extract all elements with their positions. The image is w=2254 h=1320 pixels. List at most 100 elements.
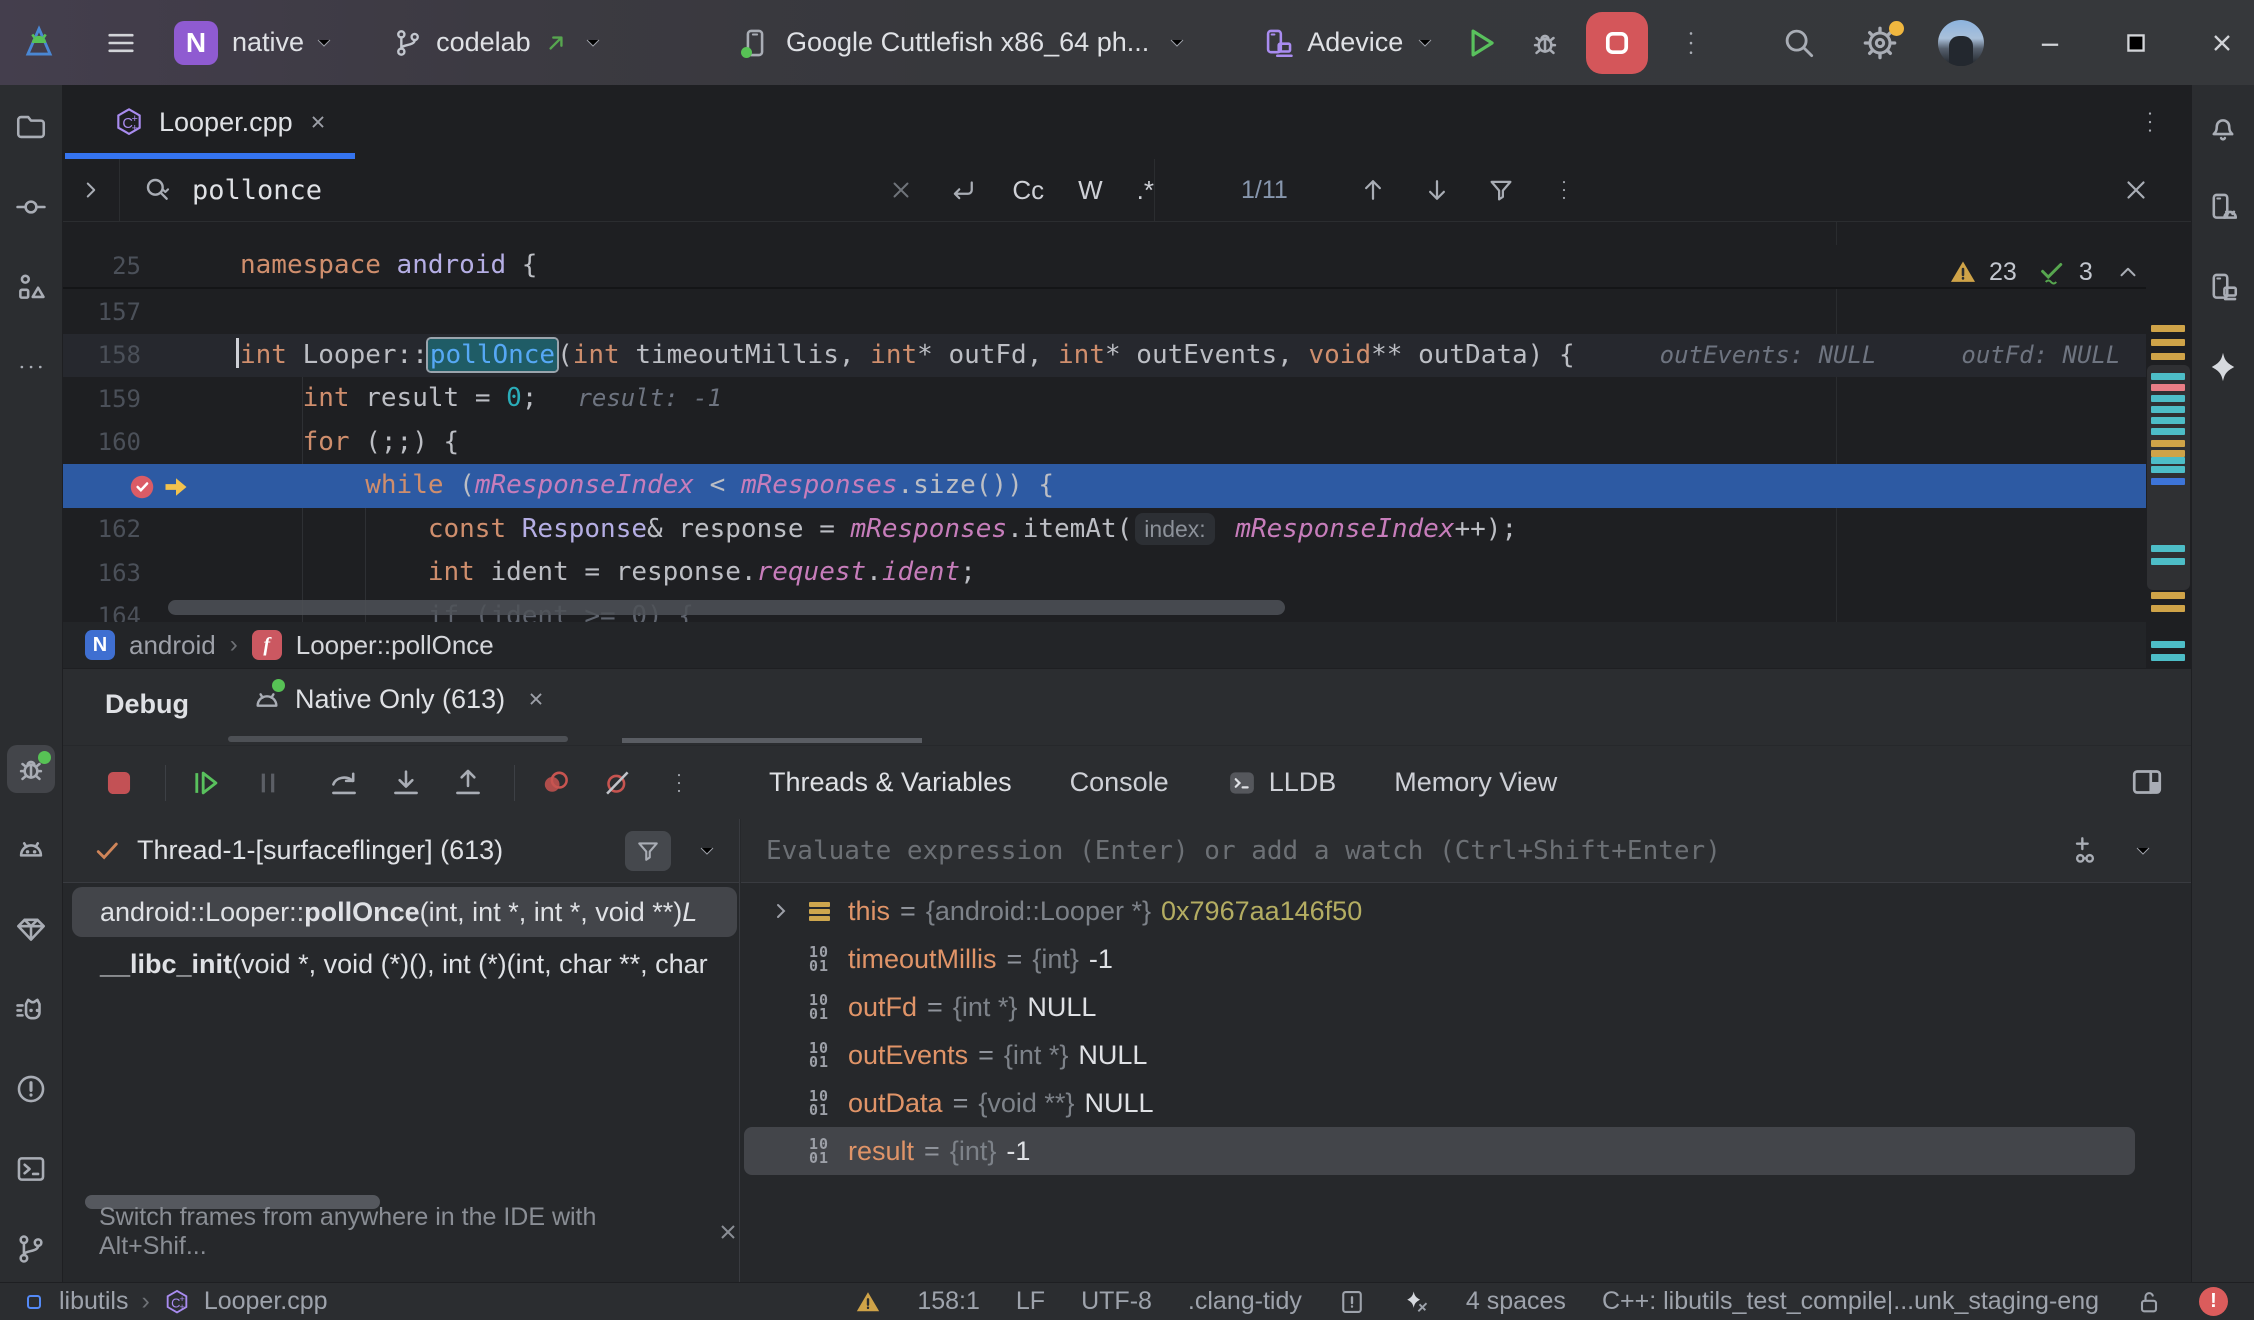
stripe-mark[interactable] [2151,353,2185,360]
stripe-mark[interactable] [2151,545,2185,552]
close-window-button[interactable] [2208,29,2236,57]
more-tools-button[interactable] [7,343,55,391]
variable-row-outFd[interactable]: 1001outFd={int *}NULL [744,983,2135,1031]
step-over-button[interactable] [324,763,364,803]
breadcrumb-namespace[interactable]: android [129,630,216,661]
close-search-icon[interactable] [2121,175,2151,205]
stripe-mark[interactable] [2151,373,2185,380]
dismiss-tip-icon[interactable] [716,1220,740,1244]
stripe-mark[interactable] [2151,605,2185,612]
stop-button[interactable] [1586,12,1648,74]
search-magnifier-icon[interactable] [142,174,174,206]
reader-mode-icon[interactable] [1338,1288,1366,1316]
inspections-widget[interactable]: 23 3 [1949,250,2179,294]
regex-toggle[interactable]: .* [1137,175,1154,206]
chevron-down-icon[interactable] [581,31,605,55]
run-config-selector[interactable]: native [232,27,304,58]
step-out-button[interactable] [448,763,488,803]
terminal-tool-button[interactable] [7,1145,55,1193]
file-encoding[interactable]: UTF-8 [1081,1287,1152,1316]
main-menu-button[interactable] [104,26,138,60]
profiler-tool-button[interactable] [7,985,55,1033]
variable-row-this[interactable]: this={android::Looper *}0x7967aa146f50 [744,887,2135,935]
debug-tool-button[interactable] [7,745,55,793]
avatar[interactable] [1938,20,1984,66]
gemini-tool-button[interactable] [2199,343,2247,391]
evaluate-expression-bar[interactable]: Evaluate expression (Enter) or add a wat… [741,819,2191,883]
error-notification-dot[interactable]: ! [2199,1287,2228,1316]
indent-setting[interactable]: 4 spaces [1466,1287,1566,1316]
tabbar-scrollbar[interactable] [228,736,568,742]
line-number[interactable]: 162 [63,515,141,543]
stripe-mark[interactable] [2151,450,2185,457]
stripe-mark[interactable] [2151,654,2185,661]
stripe-mark[interactable] [2151,457,2185,464]
stripe-mark[interactable] [2151,641,2185,648]
structure-tool-button[interactable] [7,263,55,311]
expand-search-icon[interactable] [63,177,119,203]
stop-process-button[interactable] [99,763,139,803]
unlocked-icon[interactable] [2135,1288,2163,1316]
expand-icon[interactable] [769,899,795,923]
more-actions-button[interactable] [1674,26,1708,60]
breakpoint-icon[interactable] [127,472,157,502]
status-file[interactable]: Looper.cpp [204,1287,328,1316]
code-editor[interactable]: 157158int Looper::pollOnce(int timeoutMi… [63,222,2191,622]
pause-button[interactable] [248,763,288,803]
prev-problem-icon[interactable] [2115,259,2141,285]
code-line-163[interactable]: 163 int ident = response.request.ident; [63,551,2146,595]
logcat-tool-button[interactable] [7,825,55,873]
search-options-button[interactable] [1550,176,1578,204]
stripe-mark[interactable] [2151,466,2185,473]
search-input[interactable] [192,175,812,206]
resume-button[interactable] [186,763,226,803]
settings-button[interactable] [1860,23,1900,63]
debug-more-button[interactable] [659,763,699,803]
error-stripe[interactable] [2146,222,2191,668]
line-number[interactable]: 160 [63,428,141,456]
vcs-branch-selector[interactable]: codelab [436,27,531,58]
code-line-161[interactable]: while (mResponseIndex < mResponses.size(… [63,464,2146,508]
caret-position[interactable]: 158:1 [917,1287,980,1316]
toolchain-setting[interactable]: C++: libutils_test_compile|...unk_stagin… [1602,1287,2099,1316]
stack-frame[interactable]: __libc_init(void *, void (*)(), int (*)(… [72,939,737,989]
clear-search-icon[interactable] [888,177,914,203]
code-line-162[interactable]: 162 const Response& response = mResponse… [63,508,2146,552]
filter-threads-button[interactable] [625,831,671,871]
stripe-mark[interactable] [2151,325,2185,332]
tab-options-button[interactable] [2135,107,2165,137]
step-into-button[interactable] [386,763,426,803]
chevron-down-icon[interactable] [1165,31,1189,55]
view-breakpoints-button[interactable] [535,763,575,803]
stripe-mark[interactable] [2151,384,2185,391]
newline-icon[interactable] [948,175,978,205]
variable-row-outData[interactable]: 1001outData={void **}NULL [744,1079,2135,1127]
stack-frame[interactable]: android::Looper::pollOnce(int, int *, in… [72,887,737,937]
stripe-mark[interactable] [2151,417,2185,424]
debug-button[interactable] [1528,26,1562,60]
line-number[interactable]: 158 [63,341,141,369]
stripe-mark[interactable] [2151,428,2185,435]
debug-tab-memory-view[interactable]: Memory View [1394,767,1557,798]
tab-looper-cpp[interactable]: C++ Looper.cpp [91,85,355,159]
thread-dropdown-icon[interactable] [695,839,719,863]
filter-search-button[interactable] [1486,175,1516,205]
stripe-mark[interactable] [2151,440,2185,447]
sticky-scope-line[interactable]: 25namespace android { [63,245,2146,289]
line-number[interactable]: 159 [63,385,141,413]
stripe-mark[interactable] [2151,395,2185,402]
close-tab-icon[interactable] [307,111,329,133]
debug-tab-lldb[interactable]: LLDB [1227,767,1337,798]
chevron-down-icon[interactable] [312,31,336,55]
breadcrumb-function[interactable]: Looper::pollOnce [296,630,494,661]
line-number[interactable]: 157 [63,298,141,326]
previous-occurrence-button[interactable] [1358,175,1388,205]
mute-breakpoints-button[interactable] [597,763,637,803]
line-number[interactable]: 164 [63,602,141,622]
add-watch-icon[interactable] [2069,835,2101,867]
code-line-157[interactable]: 157 [63,290,2146,334]
notifications-tool-button[interactable] [2199,103,2247,151]
status-module[interactable]: libutils [59,1287,128,1316]
thread-selector[interactable]: Thread-1-[surfaceflinger] (613) [63,819,739,883]
debug-session-tab[interactable]: Native Only (613) [251,683,547,715]
